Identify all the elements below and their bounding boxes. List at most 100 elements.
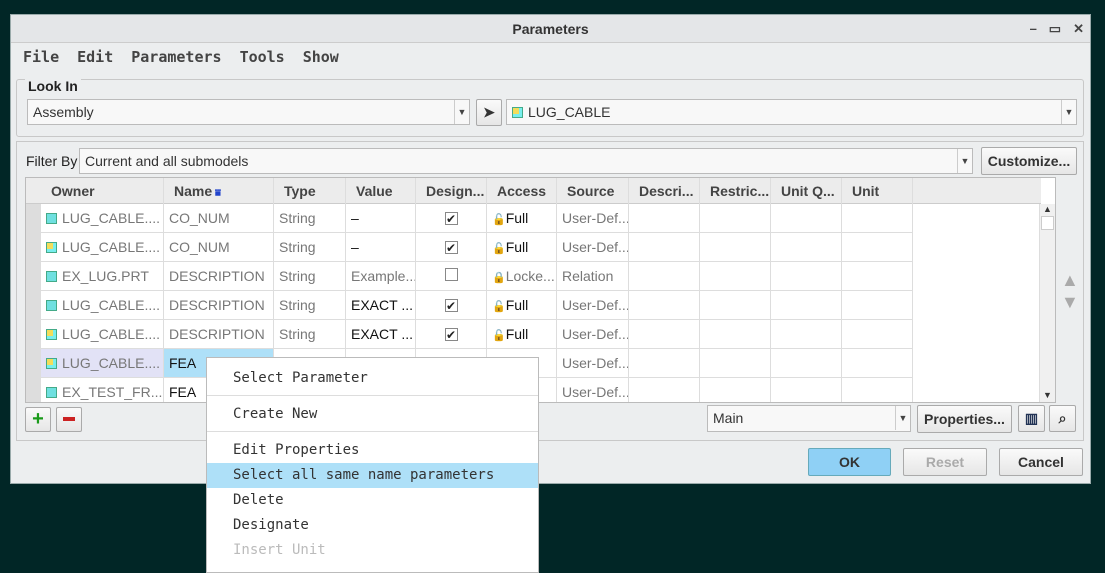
table-cell[interactable]: 🔓Full (487, 204, 557, 233)
column-header[interactable]: Owner (41, 178, 164, 204)
column-header[interactable]: Access (487, 178, 557, 204)
table-cell[interactable] (771, 378, 842, 402)
table-cell[interactable] (842, 378, 913, 402)
table-cell[interactable] (771, 320, 842, 349)
table-cell[interactable] (700, 291, 771, 320)
table-cell[interactable]: EX_TEST_FR... (41, 378, 164, 402)
designate-checkbox[interactable] (444, 268, 458, 281)
table-cell[interactable]: ✔ (416, 204, 487, 233)
table-cell[interactable]: EXACT ... (346, 291, 416, 320)
menu-item-edit-properties[interactable]: Edit Properties (207, 438, 538, 463)
table-cell[interactable]: LUG_CABLE.... (41, 233, 164, 262)
filter-select[interactable]: Current and all submodels ▼ (79, 148, 973, 174)
minimize-icon[interactable]: – (1030, 15, 1037, 43)
reset-button[interactable]: Reset (903, 448, 987, 476)
table-cell[interactable] (771, 204, 842, 233)
table-cell[interactable]: String (274, 320, 346, 349)
table-cell[interactable]: – (346, 233, 416, 262)
table-cell[interactable]: String (274, 291, 346, 320)
table-cell[interactable]: CO_NUM (164, 233, 274, 262)
table-cell[interactable] (700, 204, 771, 233)
table-cell[interactable] (629, 204, 700, 233)
column-header[interactable]: Unit (842, 178, 913, 204)
menu-show[interactable]: Show (303, 48, 339, 66)
table-cell[interactable] (700, 378, 771, 402)
table-cell[interactable]: EXACT ... (346, 320, 416, 349)
menu-file[interactable]: File (23, 48, 59, 66)
column-header[interactable]: Descri... (629, 178, 700, 204)
table-cell[interactable] (700, 349, 771, 378)
table-cell[interactable]: 🔒Locke... (487, 262, 557, 291)
table-cell[interactable]: LUG_CABLE.... (41, 204, 164, 233)
table-cell[interactable]: 🔓Full (487, 291, 557, 320)
close-icon[interactable]: ✕ (1073, 15, 1084, 43)
find-button[interactable]: ⌕ (1049, 405, 1076, 432)
table-cell[interactable] (700, 262, 771, 291)
column-header[interactable]: Source (557, 178, 629, 204)
table-cell[interactable] (771, 291, 842, 320)
column-header[interactable]: Name ⩸ (164, 178, 274, 204)
table-cell[interactable]: ✔ (416, 291, 487, 320)
table-cell[interactable] (629, 262, 700, 291)
table-cell[interactable]: User-Def... (557, 378, 629, 402)
table-cell[interactable] (700, 233, 771, 262)
table-cell[interactable]: String (274, 204, 346, 233)
table-cell[interactable]: – (346, 204, 416, 233)
vertical-scrollbar[interactable]: ▲ ▼ (1039, 204, 1055, 402)
select-model-button[interactable]: ➤ (476, 99, 502, 126)
table-cell[interactable]: User-Def... (557, 320, 629, 349)
column-header[interactable]: Type (274, 178, 346, 204)
ok-button[interactable]: OK (808, 448, 891, 476)
table-cell[interactable]: User-Def... (557, 204, 629, 233)
column-header[interactable]: Restric... (700, 178, 771, 204)
table-cell[interactable]: LUG_CABLE.... (41, 320, 164, 349)
table-cell[interactable] (842, 291, 913, 320)
remove-parameter-button[interactable] (56, 407, 82, 432)
model-select[interactable]: LUG_CABLE ▼ (506, 99, 1077, 125)
table-cell[interactable] (629, 233, 700, 262)
table-cell[interactable]: User-Def... (557, 233, 629, 262)
table-cell[interactable] (771, 233, 842, 262)
column-header[interactable]: Design... (416, 178, 487, 204)
table-cell[interactable]: DESCRIPTION (164, 291, 274, 320)
table-cell[interactable]: String (274, 233, 346, 262)
columns-button[interactable]: ▥ (1018, 405, 1045, 432)
table-cell[interactable]: User-Def... (557, 291, 629, 320)
table-cell[interactable]: LUG_CABLE.... (41, 349, 164, 378)
table-cell[interactable]: User-Def... (557, 349, 629, 378)
menu-item-select-all-same-name[interactable]: Select all same name parameters (207, 463, 538, 488)
properties-button[interactable]: Properties... (917, 405, 1012, 433)
menu-tools[interactable]: Tools (240, 48, 285, 66)
menu-item-designate[interactable]: Designate (207, 513, 538, 538)
menu-item-create-new[interactable]: Create New (207, 402, 538, 427)
add-parameter-button[interactable]: + (25, 407, 51, 432)
move-down-icon[interactable]: ▼ (1061, 292, 1079, 313)
table-cell[interactable]: EX_LUG.PRT (41, 262, 164, 291)
designate-checkbox[interactable]: ✔ (444, 299, 458, 312)
table-cell[interactable]: DESCRIPTION (164, 262, 274, 291)
maximize-icon[interactable]: ▭ (1049, 15, 1061, 43)
table-cell[interactable]: String (274, 262, 346, 291)
table-cell[interactable]: Example... (346, 262, 416, 291)
menu-item-select-parameter[interactable]: Select Parameter (207, 366, 538, 391)
view-select[interactable]: Main ▼ (707, 405, 911, 432)
table-cell[interactable] (629, 378, 700, 402)
table-cell[interactable] (416, 262, 487, 291)
table-cell[interactable]: Relation (557, 262, 629, 291)
menu-edit[interactable]: Edit (77, 48, 113, 66)
cancel-button[interactable]: Cancel (999, 448, 1083, 476)
table-cell[interactable]: 🔓Full (487, 233, 557, 262)
menu-item-delete[interactable]: Delete (207, 488, 538, 513)
table-cell[interactable]: ✔ (416, 233, 487, 262)
table-cell[interactable] (842, 262, 913, 291)
move-up-icon[interactable]: ▲ (1061, 270, 1079, 291)
designate-checkbox[interactable]: ✔ (444, 328, 458, 341)
table-cell[interactable]: DESCRIPTION (164, 320, 274, 349)
customize-button[interactable]: Customize... (981, 147, 1077, 175)
table-cell[interactable]: LUG_CABLE.... (41, 291, 164, 320)
look-in-type-select[interactable]: Assembly ▼ (27, 99, 470, 125)
table-cell[interactable] (842, 349, 913, 378)
table-cell[interactable] (771, 349, 842, 378)
menu-parameters[interactable]: Parameters (131, 48, 221, 66)
designate-checkbox[interactable]: ✔ (444, 212, 458, 225)
